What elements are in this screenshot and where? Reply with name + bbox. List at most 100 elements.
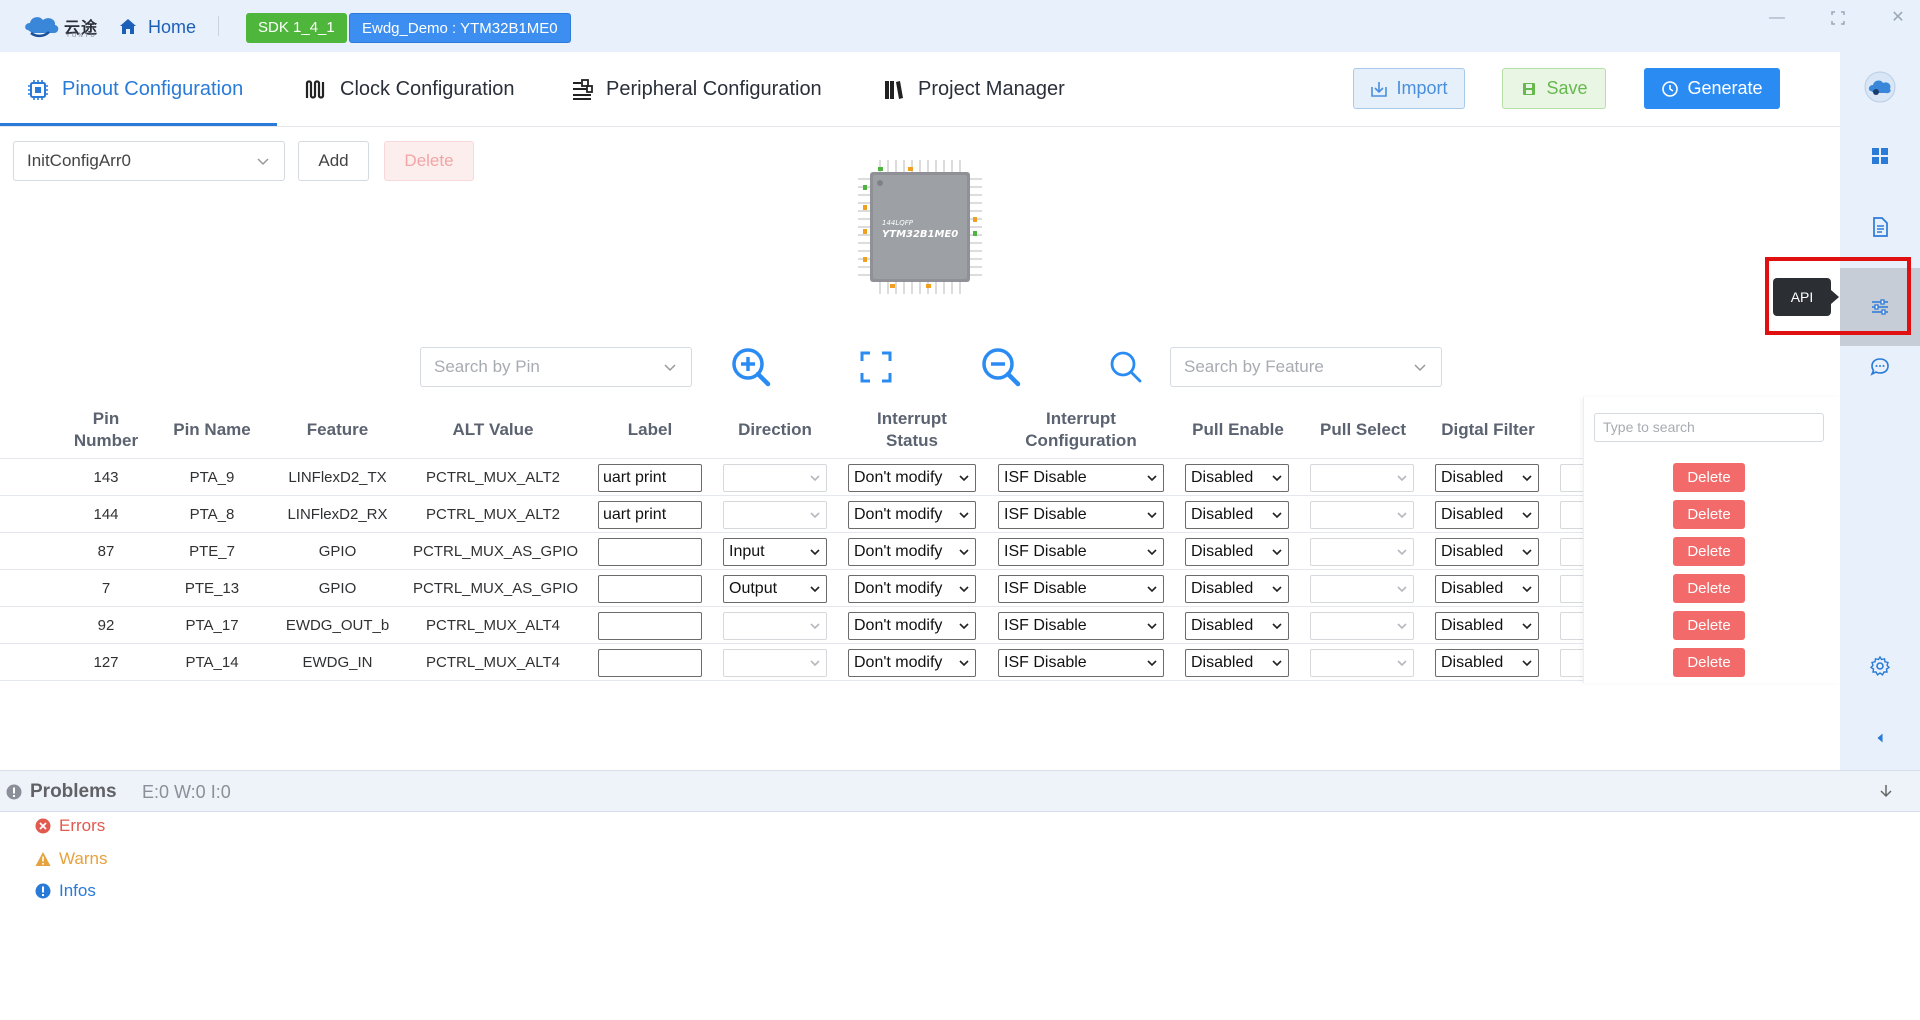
maximize-button[interactable] (1823, 6, 1853, 30)
api-delete-button[interactable]: Delete (1673, 611, 1745, 640)
interrupt-status-select[interactable]: Don't modify (848, 649, 976, 677)
interrupt-config-select[interactable]: ISF Disable (998, 612, 1164, 640)
mcu-chip-diagram[interactable]: 144LQFP YTM32B1ME0 (850, 147, 990, 297)
interrupt-status-select[interactable]: Don't modify (848, 575, 976, 603)
pull-select-select[interactable] (1310, 649, 1414, 677)
sidebar-item-settings[interactable] (1840, 642, 1920, 690)
chevron-down-icon (1147, 475, 1157, 482)
pull-select-select[interactable] (1310, 575, 1414, 603)
sidebar-collapse-button[interactable] (1840, 714, 1920, 762)
close-button[interactable]: ✕ (1883, 6, 1913, 30)
fit-screen-icon[interactable] (854, 345, 898, 389)
header-pull-enable: Pull Enable (1192, 420, 1284, 439)
label-input[interactable] (598, 649, 702, 677)
pull-select-select[interactable] (1310, 501, 1414, 529)
pull-enable-select[interactable]: Disabled (1185, 464, 1289, 492)
cell-pin-number: 144 (93, 506, 119, 523)
user-avatar[interactable] (1840, 63, 1920, 111)
interrupt-status-select[interactable]: Don't modify (848, 501, 976, 529)
api-delete-button[interactable]: Delete (1673, 463, 1745, 492)
zoom-in-icon[interactable] (729, 345, 773, 389)
gear-icon (1869, 655, 1891, 676)
pull-select-select[interactable] (1310, 464, 1414, 492)
add-config-button[interactable]: Add (298, 141, 369, 181)
init-config-select[interactable]: InitConfigArr0 (13, 141, 285, 181)
label-input[interactable] (598, 575, 702, 603)
search-by-pin-select[interactable]: Search by Pin (420, 347, 692, 387)
problems-warns[interactable]: Warns (35, 849, 108, 869)
problems-errors[interactable]: Errors (35, 816, 105, 836)
pull-enable-select[interactable]: Disabled (1185, 501, 1289, 529)
search-by-feature-select[interactable]: Search by Feature (1170, 347, 1442, 387)
pull-select-select[interactable] (1310, 538, 1414, 566)
zoom-out-icon[interactable] (979, 345, 1023, 389)
pull-enable-select[interactable]: Disabled (1185, 649, 1289, 677)
api-delete-button[interactable]: Delete (1673, 648, 1745, 677)
cell-feature: EWDG_OUT_b (285, 617, 390, 634)
direction-select[interactable] (723, 464, 827, 492)
chevron-down-icon (1147, 549, 1157, 556)
digital-filter-select[interactable]: Disabled (1435, 464, 1539, 492)
problems-panel-header[interactable]: Problems E:0 W:0 I:0 (0, 770, 1920, 812)
interrupt-status-select[interactable]: Don't modify (848, 612, 976, 640)
chevron-down-icon (810, 549, 820, 556)
delete-config-button[interactable]: Delete (384, 141, 474, 181)
save-button[interactable]: Save (1502, 68, 1606, 109)
sidebar-item-messages[interactable] (1840, 343, 1920, 391)
chevron-down-icon (1397, 660, 1407, 667)
minimize-button[interactable]: — (1762, 6, 1792, 30)
label-input[interactable]: uart print (598, 464, 702, 492)
direction-select[interactable]: Output (723, 575, 827, 603)
direction-select[interactable] (723, 501, 827, 529)
search-icon[interactable] (1104, 345, 1148, 389)
project-tag[interactable]: Ewdg_Demo : YTM32B1ME0 (349, 13, 571, 43)
pull-enable-select[interactable]: Disabled (1185, 575, 1289, 603)
pull-enable-select[interactable]: Disabled (1185, 538, 1289, 566)
tab-peripheral-configuration[interactable]: Peripheral Configuration (570, 52, 822, 127)
problems-counts: E:0 W:0 I:0 (142, 782, 231, 802)
tab-pinout-configuration[interactable]: Pinout Configuration (26, 52, 243, 127)
generate-button[interactable]: Generate (1644, 68, 1780, 109)
sidebar-item-documents[interactable] (1840, 203, 1920, 251)
cell-pin-name: PTE_13 (184, 580, 240, 597)
sidebar-item-overview[interactable] (1840, 132, 1920, 180)
interrupt-config-select[interactable]: ISF Disable (998, 575, 1164, 603)
interrupt-config-select[interactable]: ISF Disable (998, 649, 1164, 677)
direction-select[interactable] (723, 649, 827, 677)
tab-project-manager[interactable]: Project Manager (882, 52, 1065, 127)
tab-clock-configuration[interactable]: Clock Configuration (304, 52, 515, 127)
search-by-feature-placeholder: Search by Feature (1184, 357, 1324, 376)
import-button[interactable]: Import (1353, 68, 1465, 109)
pull-select-select[interactable] (1310, 612, 1414, 640)
digital-filter-select[interactable]: Disabled (1435, 501, 1539, 529)
chevron-down-icon (959, 512, 969, 519)
interrupt-config-select[interactable]: ISF Disable (998, 501, 1164, 529)
peripheral-icon (573, 78, 593, 100)
api-delete-button[interactable]: Delete (1673, 500, 1745, 529)
digital-filter-select[interactable]: Disabled (1435, 649, 1539, 677)
interrupt-status-value: Don't modify (854, 506, 943, 523)
api-delete-button[interactable]: Delete (1673, 537, 1745, 566)
cell-pin-name: PTA_9 (189, 469, 235, 486)
digital-filter-select[interactable]: Disabled (1435, 538, 1539, 566)
pull-enable-value: Disabled (1191, 469, 1254, 486)
pull-enable-select[interactable]: Disabled (1185, 612, 1289, 640)
interrupt-status-select[interactable]: Don't modify (848, 464, 976, 492)
sdk-version-tag[interactable]: SDK 1_4_1 (246, 13, 347, 43)
label-input[interactable]: uart print (598, 501, 702, 529)
arrow-down-icon[interactable] (1878, 783, 1894, 799)
interrupt-status-select[interactable]: Don't modify (848, 538, 976, 566)
interrupt-config-select[interactable]: ISF Disable (998, 464, 1164, 492)
digital-filter-select[interactable]: Disabled (1435, 612, 1539, 640)
direction-select[interactable]: Input (723, 538, 827, 566)
digital-filter-select[interactable]: Disabled (1435, 575, 1539, 603)
direction-select[interactable] (723, 612, 827, 640)
problems-infos[interactable]: Infos (35, 881, 96, 901)
label-input[interactable] (598, 612, 702, 640)
api-delete-button[interactable]: Delete (1673, 574, 1745, 603)
label-input[interactable] (598, 538, 702, 566)
interrupt-config-select[interactable]: ISF Disable (998, 538, 1164, 566)
api-search-input[interactable]: Type to search (1594, 413, 1824, 442)
home-link[interactable]: Home (118, 14, 196, 40)
cell-pin-name: PTA_14 (185, 654, 239, 671)
